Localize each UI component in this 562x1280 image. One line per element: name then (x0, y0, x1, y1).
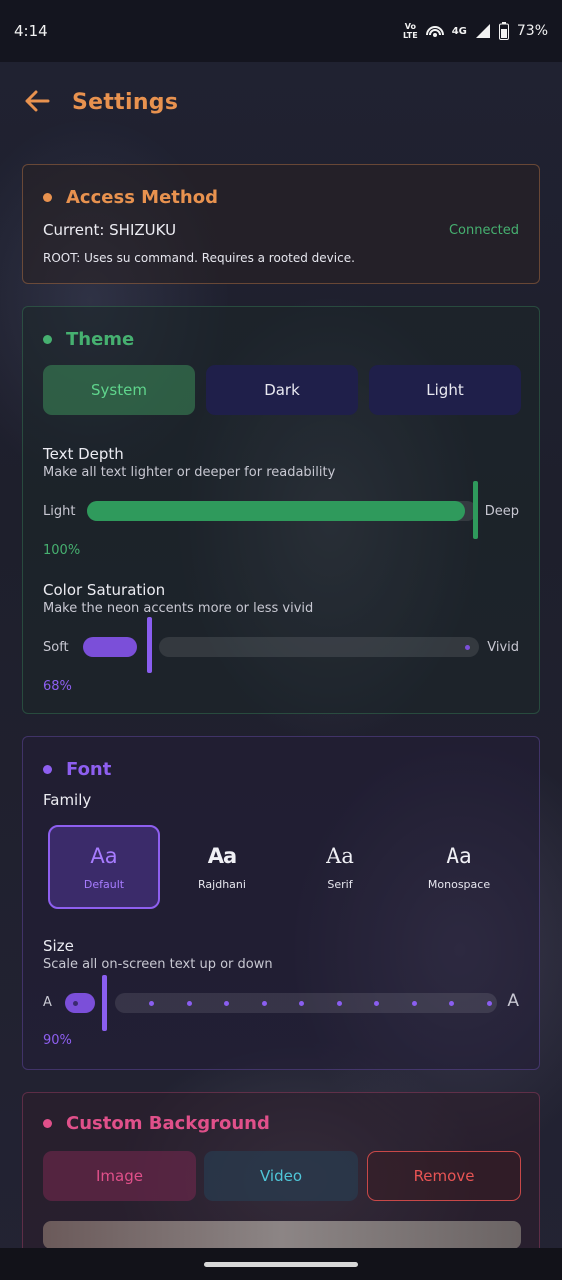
font-size-tick (224, 1001, 229, 1006)
home-gesture-handle[interactable] (204, 1262, 358, 1267)
font-header: Font (43, 759, 111, 780)
font-size-tick (149, 1001, 154, 1006)
font-size-tick (261, 1001, 267, 1006)
saturation-thumb[interactable] (147, 617, 152, 673)
theme-card: Theme System Dark Light Text Depth Make … (22, 306, 540, 714)
font-size-tick (336, 1001, 342, 1006)
page-title: Settings (72, 89, 179, 115)
hotspot-icon (425, 26, 444, 37)
text-depth-slider[interactable] (87, 481, 478, 539)
theme-header: Theme (43, 329, 134, 350)
font-option-rajdhani[interactable]: Aa Rajdhani (166, 825, 278, 909)
theme-dot-icon (43, 335, 52, 344)
font-name: Default (83, 877, 125, 891)
battery-percent: 73% (516, 23, 548, 39)
custom-background-header: Custom Background (43, 1113, 270, 1134)
text-depth-fill (87, 501, 465, 521)
text-depth-thumb[interactable] (473, 481, 478, 539)
custom-background-title: Custom Background (66, 1113, 270, 1134)
font-title: Font (66, 759, 112, 780)
font-size-ticks (65, 1001, 497, 1006)
custom-background-dot-icon (43, 1119, 52, 1128)
text-depth-max-label: Deep (484, 504, 519, 519)
access-status-badge: Connected (448, 223, 519, 238)
font-option-default[interactable]: Aa Default (48, 825, 160, 909)
access-method-header: Access Method (43, 187, 218, 208)
access-description: ROOT: Uses su command. Requires a rooted… (43, 251, 355, 265)
font-name: Rajdhani (198, 877, 246, 891)
theme-title: Theme (66, 329, 135, 350)
font-size-max-label: A (507, 991, 519, 1011)
font-size-tick (299, 1001, 304, 1006)
font-size-label: Size (43, 937, 74, 955)
signal-type: 4G (451, 25, 467, 37)
text-depth-description: Make all text lighter or deeper for read… (43, 465, 336, 480)
font-size-slider[interactable] (65, 975, 497, 1031)
saturation-description: Make the neon accents more or less vivid (43, 601, 314, 616)
signal-icon (475, 24, 490, 38)
saturation-end-dot (465, 645, 470, 650)
font-size-min-label: A (43, 995, 52, 1010)
arrow-left-icon[interactable] (24, 86, 72, 119)
status-bar: 4:14 Vo LTE 4G 73% (0, 0, 562, 62)
app-header: Settings (0, 62, 562, 142)
saturation-slider[interactable] (83, 617, 479, 673)
text-depth-value: 100% (43, 543, 81, 558)
font-family-label: Family (43, 791, 92, 809)
font-size-tick (449, 1001, 454, 1006)
theme-option-dark[interactable]: Dark (206, 365, 358, 415)
background-preview (43, 1221, 521, 1249)
font-size-tick (186, 1001, 192, 1006)
saturation-fill (83, 637, 137, 657)
font-sample: Aa (207, 843, 237, 868)
font-sample: Aa (326, 843, 354, 868)
font-card: Font Family Aa Default Aa Rajdhani Aa Se… (22, 736, 540, 1070)
font-size-description: Scale all on-screen text up or down (43, 957, 273, 972)
font-size-tick (374, 1001, 379, 1006)
font-name: Monospace (427, 877, 491, 891)
saturation-min-label: Soft (43, 640, 69, 655)
saturation-value: 68% (43, 679, 72, 694)
remove-button[interactable]: Remove (367, 1151, 521, 1201)
font-dot-icon (43, 765, 52, 774)
video-button[interactable]: Video (204, 1151, 358, 1201)
text-depth-label: Text Depth (43, 445, 124, 463)
font-sample: Aa (446, 843, 472, 868)
theme-option-light[interactable]: Light (369, 365, 521, 415)
theme-option-system[interactable]: System (43, 365, 195, 415)
navigation-bar (0, 1248, 562, 1280)
saturation-max-label: Vivid (487, 640, 519, 655)
font-sample: Aa (90, 843, 118, 868)
saturation-track (159, 637, 479, 657)
access-dot-icon (43, 193, 52, 202)
access-method-title: Access Method (66, 187, 218, 208)
font-option-serif[interactable]: Aa Serif (284, 825, 396, 909)
battery-icon (498, 22, 509, 40)
saturation-label: Color Saturation (43, 581, 166, 599)
font-option-monospace[interactable]: Aa Monospace (403, 825, 515, 909)
status-time: 4:14 (14, 22, 48, 40)
access-method-card: Access Method Current: SHIZUKU Connected… (22, 164, 540, 284)
font-size-value: 90% (43, 1033, 72, 1048)
volte-icon: Vo LTE (403, 22, 418, 40)
access-current: Current: SHIZUKU (43, 221, 177, 239)
font-size-tick (411, 1001, 417, 1006)
font-name: Serif (327, 877, 353, 891)
font-size-tick (486, 1001, 492, 1006)
text-depth-min-label: Light (43, 504, 76, 519)
image-button[interactable]: Image (43, 1151, 196, 1201)
